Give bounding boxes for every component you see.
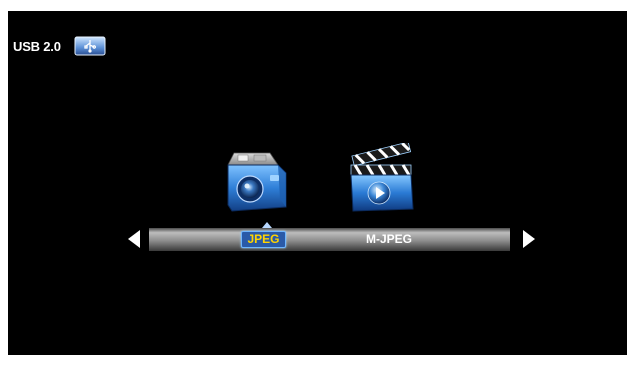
arrow-left-icon[interactable] xyxy=(128,230,140,248)
menu-item-jpeg-label: JPEG xyxy=(241,231,286,248)
usb-drive-icon xyxy=(74,36,106,56)
usb-source-label: USB 2.0 xyxy=(13,39,61,54)
media-type-bar: JPEG M-JPEG xyxy=(149,228,510,251)
selection-caret-icon xyxy=(262,222,272,228)
menu-item-jpeg[interactable]: JPEG xyxy=(236,228,291,251)
tv-screen: USB 2.0 JPEG M-JPEG xyxy=(8,11,627,355)
menu-item-mjpeg-label: M-JPEG xyxy=(365,232,412,246)
camera-icon[interactable] xyxy=(220,149,294,215)
menu-item-mjpeg[interactable]: M-JPEG xyxy=(354,228,424,251)
arrow-right-icon[interactable] xyxy=(523,230,535,248)
film-clapper-icon[interactable] xyxy=(341,143,421,215)
